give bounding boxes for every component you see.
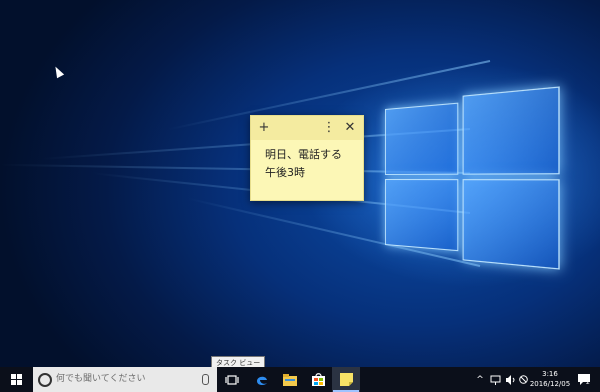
volume-button[interactable] <box>503 367 517 392</box>
search-box[interactable]: 何でも聞いてください <box>33 367 217 392</box>
task-view-icon <box>225 375 239 385</box>
windows-logo-icon <box>11 374 22 385</box>
cortana-icon <box>38 373 52 387</box>
note-line: 明日、電話する <box>265 146 363 164</box>
search-placeholder: 何でも聞いてください <box>56 367 145 392</box>
input-method-icon <box>519 375 528 384</box>
taskbar: 何でも聞いてください ^ 3:16 2016/12/05 2 <box>0 367 600 392</box>
close-note-button[interactable]: ✕ <box>342 119 358 137</box>
logo-pane <box>463 179 560 269</box>
edge-icon <box>255 373 269 387</box>
action-center-button[interactable]: 2 <box>576 367 592 392</box>
note-line: 午後3時 <box>265 164 363 182</box>
edge-button[interactable] <box>248 367 276 392</box>
mouse-cursor-icon <box>52 65 64 78</box>
store-icon <box>312 373 325 386</box>
store-button[interactable] <box>304 367 332 392</box>
logo-pane <box>463 86 560 174</box>
windows-logo-art <box>385 86 560 269</box>
show-hidden-icons-button[interactable]: ^ <box>474 367 486 392</box>
add-note-button[interactable]: + <box>256 119 272 137</box>
clock-time: 3:16 <box>528 369 572 379</box>
clock[interactable]: 3:16 2016/12/05 <box>528 369 572 389</box>
menu-button[interactable]: ⋮ <box>321 119 337 137</box>
sticky-notes-icon <box>340 373 353 386</box>
file-explorer-icon <box>283 374 297 386</box>
sticky-note-titlebar[interactable]: + ⋮ ✕ <box>251 116 363 140</box>
sticky-notes-button[interactable] <box>332 367 360 392</box>
logo-pane <box>385 179 458 251</box>
start-button[interactable] <box>0 367 33 392</box>
microphone-icon[interactable] <box>202 374 209 385</box>
sticky-note-window[interactable]: + ⋮ ✕ 明日、電話する 午後3時 <box>250 115 364 201</box>
network-button[interactable] <box>488 367 502 392</box>
network-icon <box>490 375 501 385</box>
clock-date: 2016/12/05 <box>528 379 572 389</box>
logo-pane <box>385 103 458 175</box>
notification-count: 2 <box>586 379 590 386</box>
chevron-up-icon: ^ <box>476 375 484 385</box>
task-view-button[interactable] <box>218 367 246 392</box>
file-explorer-button[interactable] <box>276 367 304 392</box>
sticky-note-text[interactable]: 明日、電話する 午後3時 <box>251 140 363 182</box>
volume-icon <box>505 375 516 385</box>
